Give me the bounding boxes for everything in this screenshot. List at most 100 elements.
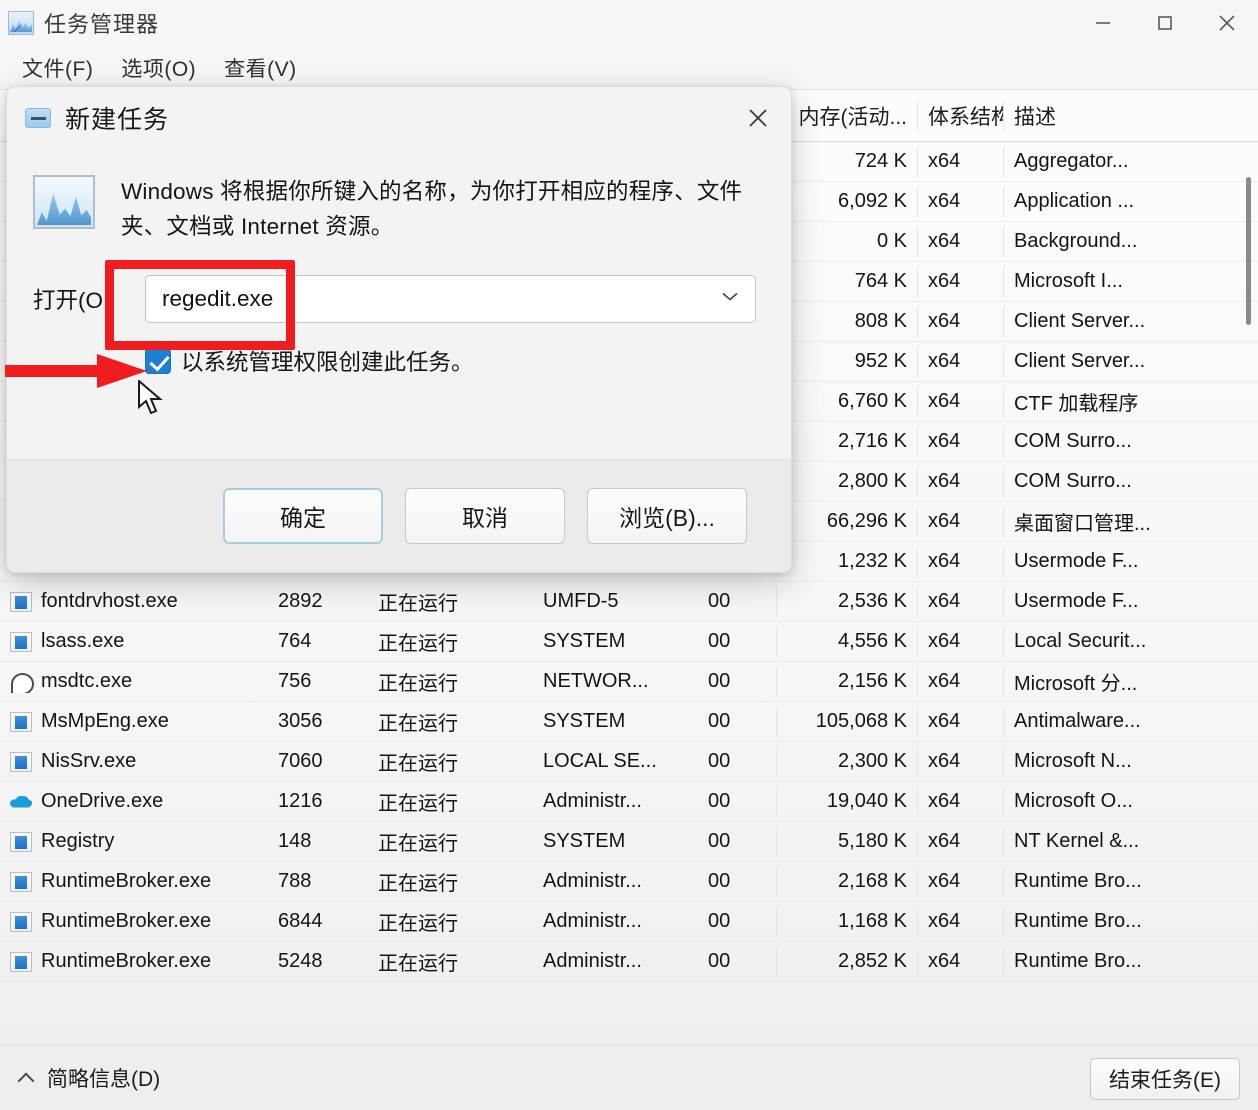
table-row[interactable]: Registry148正在运行SYSTEM005,180 Kx64NT Kern… <box>0 822 1258 862</box>
cell-status: 正在运行 <box>368 667 533 696</box>
cell-name: MsMpEng.exe <box>0 710 268 733</box>
column-header-description[interactable]: 描述 <box>1004 101 1204 131</box>
browse-button[interactable]: 浏览(B)... <box>587 488 747 544</box>
ok-button[interactable]: 确定 <box>223 488 383 544</box>
dialog-footer: 确定 取消 浏览(B)... <box>7 459 792 572</box>
cell-memory: 952 K <box>777 350 917 373</box>
cell-memory: 105,068 K <box>777 710 917 733</box>
cell-name: NisSrv.exe <box>0 750 268 773</box>
table-row[interactable]: RuntimeBroker.exe5248正在运行Administr...002… <box>0 942 1258 982</box>
table-scrollbar[interactable] <box>1241 142 1255 1022</box>
table-row[interactable]: MsMpEng.exe3056正在运行SYSTEM00105,068 Kx64A… <box>0 702 1258 742</box>
table-row[interactable]: lsass.exe764正在运行SYSTEM004,556 Kx64Local … <box>0 622 1258 662</box>
cell-user: SYSTEM <box>533 630 698 653</box>
cell-description: Microsoft O... <box>1004 790 1204 813</box>
cell-pid: 7060 <box>268 750 368 773</box>
table-row[interactable]: NisSrv.exe7060正在运行LOCAL SE...002,300 Kx6… <box>0 742 1258 782</box>
cell-user: Administr... <box>533 790 698 813</box>
cell-memory: 66,296 K <box>777 510 917 533</box>
process-name: NisSrv.exe <box>41 750 136 773</box>
cell-description: Background... <box>1004 230 1204 253</box>
cell-pid: 2892 <box>268 590 368 613</box>
cell-name: OneDrive.exe <box>0 790 268 813</box>
cell-architecture: x64 <box>918 350 1003 373</box>
cell-pid: 148 <box>268 830 368 853</box>
cell-cpu: 00 <box>698 910 776 933</box>
process-name: OneDrive.exe <box>41 790 163 813</box>
cell-user: Administr... <box>533 950 698 973</box>
cell-description: Local Securit... <box>1004 630 1204 653</box>
cell-description: Runtime Bro... <box>1004 910 1204 933</box>
menu-bar: 文件(F) 选项(O) 查看(V) <box>0 46 1258 90</box>
cell-architecture: x64 <box>918 470 1003 493</box>
fewer-details-button[interactable]: 简略信息(D) <box>18 1063 160 1093</box>
admin-checkbox[interactable] <box>145 348 171 374</box>
cell-status: 正在运行 <box>368 827 533 856</box>
cell-memory: 1,168 K <box>777 910 917 933</box>
process-icon <box>10 672 32 692</box>
maximize-button[interactable] <box>1134 0 1196 46</box>
cell-cpu: 00 <box>698 790 776 813</box>
process-icon <box>10 872 32 892</box>
cell-user: Administr... <box>533 910 698 933</box>
process-name: fontdrvhost.exe <box>41 590 178 613</box>
cell-memory: 724 K <box>777 150 917 173</box>
cell-description: CTF 加载程序 <box>1004 387 1204 416</box>
table-row[interactable]: RuntimeBroker.exe6844正在运行Administr...001… <box>0 902 1258 942</box>
menu-item-options[interactable]: 选项(O) <box>107 50 210 86</box>
cell-user: NETWOR... <box>533 670 698 693</box>
table-row[interactable]: OneDrive.exe1216正在运行Administr...0019,040… <box>0 782 1258 822</box>
cell-description: COM Surro... <box>1004 470 1204 493</box>
cell-pid: 6844 <box>268 910 368 933</box>
table-row[interactable]: msdtc.exe756正在运行NETWOR...002,156 Kx64Mic… <box>0 662 1258 702</box>
cell-status: 正在运行 <box>368 587 533 616</box>
process-icon <box>10 712 32 732</box>
minimize-button[interactable] <box>1072 0 1134 46</box>
task-manager-icon <box>8 11 34 35</box>
title-bar: 任务管理器 <box>0 0 1258 46</box>
open-input-value[interactable]: regedit.exe <box>146 286 273 312</box>
cell-memory: 2,300 K <box>777 750 917 773</box>
cell-architecture: x64 <box>918 430 1003 453</box>
column-header-memory[interactable]: 内存(活动... <box>777 101 917 131</box>
cancel-button[interactable]: 取消 <box>405 488 565 544</box>
process-name: MsMpEng.exe <box>41 710 169 733</box>
cell-memory: 2,168 K <box>777 870 917 893</box>
table-row[interactable]: fontdrvhost.exe2892正在运行UMFD-5002,536 Kx6… <box>0 582 1258 622</box>
scrollbar-thumb[interactable] <box>1246 177 1251 325</box>
cell-user: SYSTEM <box>533 830 698 853</box>
table-row[interactable]: RuntimeBroker.exe788正在运行Administr...002,… <box>0 862 1258 902</box>
cell-pid: 764 <box>268 630 368 653</box>
cell-memory: 2,716 K <box>777 430 917 453</box>
table-rows: dwm.exe6584正在运行DWM-50066,296 Kx64桌面窗口管理.… <box>0 502 1258 982</box>
chevron-down-icon[interactable] <box>719 289 741 308</box>
cell-description: 桌面窗口管理... <box>1004 507 1204 536</box>
dialog-close-icon[interactable] <box>725 87 791 149</box>
admin-checkbox-row[interactable]: 以系统管理权限创建此任务。 <box>145 345 765 377</box>
cell-status: 正在运行 <box>368 907 533 936</box>
close-button[interactable] <box>1196 0 1258 46</box>
cell-memory: 764 K <box>777 270 917 293</box>
dialog-title: 新建任务 <box>65 100 169 136</box>
column-header-architecture[interactable]: 体系结构 <box>918 101 1003 131</box>
open-combobox[interactable]: regedit.exe <box>145 275 756 323</box>
cell-architecture: x64 <box>918 950 1003 973</box>
end-task-button[interactable]: 结束任务(E) <box>1090 1058 1240 1100</box>
cell-name: RuntimeBroker.exe <box>0 950 268 973</box>
menu-item-file[interactable]: 文件(F) <box>8 50 107 86</box>
cell-user: Administr... <box>533 870 698 893</box>
cell-architecture: x64 <box>918 510 1003 533</box>
cell-cpu: 00 <box>698 630 776 653</box>
open-field-row: 打开(O regedit.exe <box>33 275 765 323</box>
cell-status: 正在运行 <box>368 707 533 736</box>
cell-description: Usermode F... <box>1004 590 1204 613</box>
cell-architecture: x64 <box>918 630 1003 653</box>
cell-user: LOCAL SE... <box>533 750 698 773</box>
cell-pid: 756 <box>268 670 368 693</box>
window-title: 任务管理器 <box>44 7 159 39</box>
run-dialog-icon <box>33 175 95 229</box>
cell-architecture: x64 <box>918 750 1003 773</box>
cell-description: Application ... <box>1004 190 1204 213</box>
menu-item-view[interactable]: 查看(V) <box>210 50 311 86</box>
cell-memory: 0 K <box>777 230 917 253</box>
